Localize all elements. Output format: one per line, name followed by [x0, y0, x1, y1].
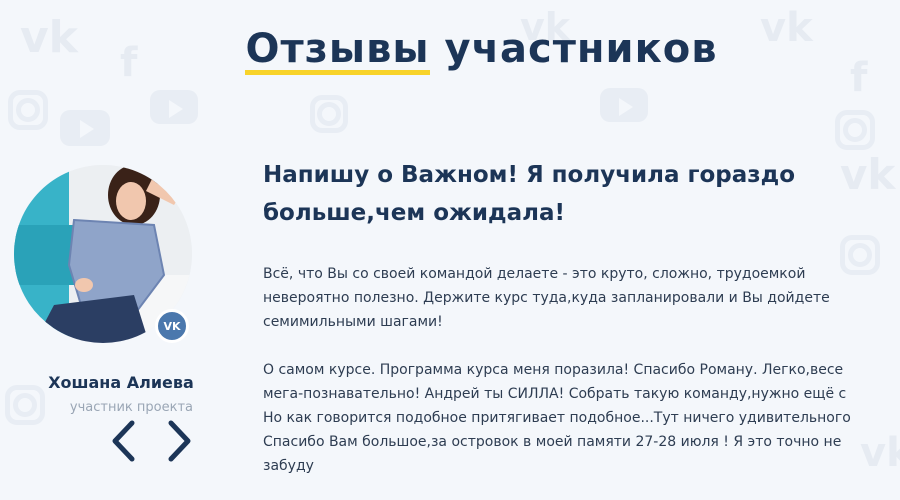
reviewer-name: Хошана Алиева [48, 373, 194, 392]
review-headline-line: больше,чем ожидала! [263, 200, 565, 226]
vk-badge-label: VK [163, 319, 181, 333]
review-text-line: невероятно полезно. Держите курс туда,ку… [263, 290, 830, 306]
review-paragraph-2: О самом курсе. Программа курса меня пора… [263, 358, 900, 478]
review-text-line: забуду [263, 458, 314, 474]
review-headline-line: Напишу о Важном! Я получила гораздо [263, 162, 796, 188]
chevron-right-icon [168, 420, 191, 462]
instagram-bg-icon [835, 110, 875, 150]
review-text-line: семимильными шагами! [263, 314, 443, 330]
section-title: Отзывы участников [0, 26, 900, 75]
previous-review-button[interactable] [108, 420, 138, 462]
instagram-bg-icon [310, 95, 348, 133]
reviewer-role: участник проекта [69, 400, 193, 415]
review-text-line: Всё, что Вы со своей командой делаете - … [263, 266, 806, 282]
review-text-line: Спасибо Вам большое,за островок в моей п… [263, 434, 842, 450]
vk-bg-icon: vk [840, 150, 896, 199]
review-text-line: Но как говорится подобное притягивает по… [263, 410, 851, 426]
review-text-line: О самом курсе. Программа курса меня пора… [263, 362, 844, 378]
chevron-left-icon [112, 420, 135, 462]
section-title-rest: участников [444, 26, 718, 72]
youtube-bg-icon [60, 110, 110, 146]
youtube-bg-icon [150, 90, 198, 124]
instagram-bg-icon [8, 90, 48, 130]
review-paragraph-1: Всё, что Вы со своей командой делаете - … [263, 262, 900, 334]
review-headline: Напишу о Важном! Я получила гораздо боль… [263, 156, 823, 232]
section-title-highlight: Отзывы [245, 26, 430, 75]
vk-profile-link-icon[interactable]: VK [155, 309, 189, 343]
youtube-bg-icon [600, 88, 648, 122]
next-review-button[interactable] [165, 420, 195, 462]
review-text-line: мега-познавательно! Андрей ты СИЛЛА! Соб… [263, 386, 847, 402]
